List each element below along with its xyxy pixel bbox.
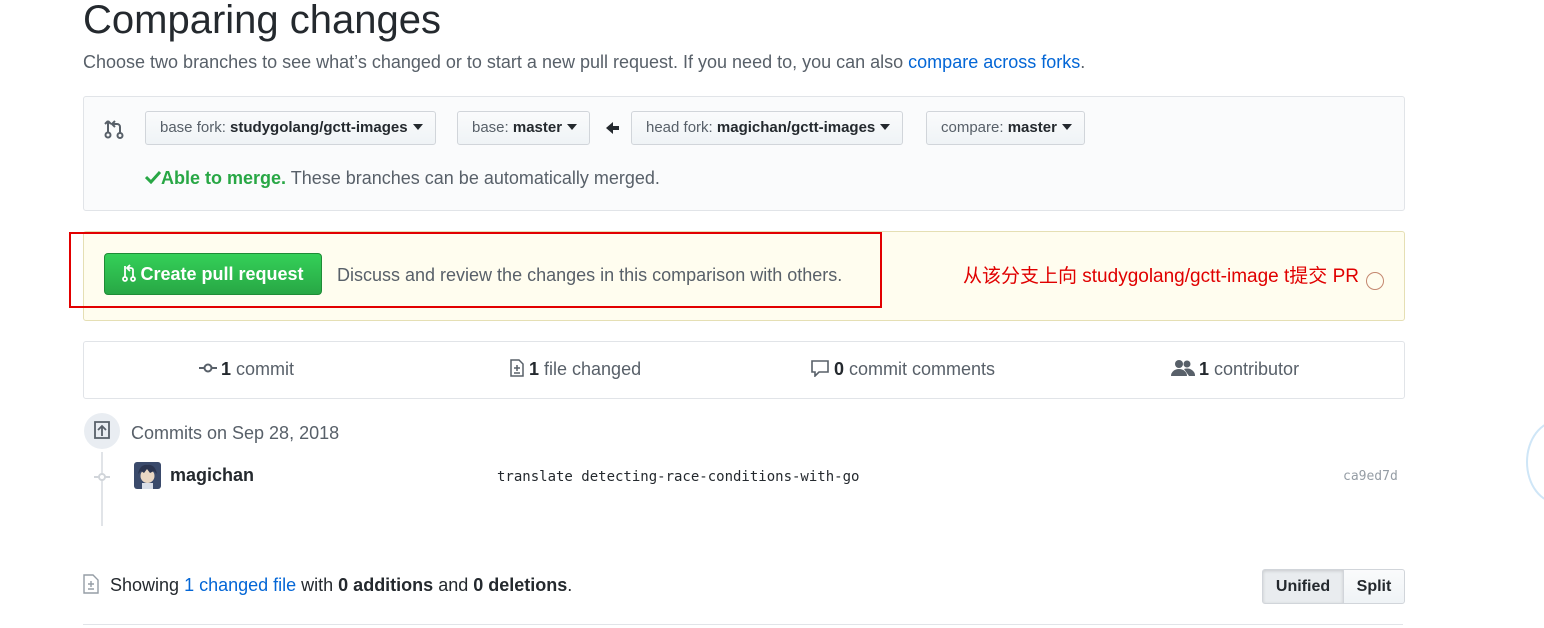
caret-down-icon	[880, 124, 891, 131]
comment-icon	[811, 360, 829, 379]
timeline-line	[101, 452, 103, 526]
file-diff-icon	[510, 359, 524, 377]
compare-branch-label: compare:	[941, 119, 1008, 136]
commits-group-badge	[84, 413, 120, 449]
create-pull-request-button[interactable]: Create pull request	[104, 253, 322, 295]
changed-files-link[interactable]: 1 changed file	[184, 575, 296, 595]
commits-label: commit	[231, 359, 295, 379]
page-subtitle: Choose two branches to see what’s change…	[83, 52, 1085, 73]
compare-branch-value: master	[1007, 119, 1057, 136]
files-label: file changed	[539, 359, 642, 379]
create-pull-request-label: Create pull request	[140, 264, 304, 284]
annotation-text: 从该分支上向 studygolang/gctt-image t提交 PR	[963, 266, 1359, 287]
arrow-left-icon	[606, 122, 619, 134]
subtitle-suffix: .	[1080, 52, 1086, 72]
commit-author-link[interactable]: magichan	[170, 465, 254, 486]
page-title: Comparing changes	[83, 0, 441, 42]
check-icon	[144, 171, 162, 185]
base-fork-select[interactable]: base fork: studygolang/gctt-images	[145, 111, 436, 145]
git-compare-icon	[104, 120, 124, 139]
commit-message-link[interactable]: translate detecting-race-conditions-with…	[497, 469, 859, 485]
comments-label: commit comments	[844, 359, 996, 379]
merge-ok-text: Able to merge.	[161, 168, 287, 188]
close-icon[interactable]	[1366, 272, 1384, 290]
commits-date-heading: Commits on Sep 28, 2018	[131, 423, 340, 443]
base-branch-value: master	[512, 119, 563, 136]
commits-count: 1	[221, 359, 232, 379]
unified-view-button[interactable]: Unified	[1262, 569, 1344, 604]
compare-across-forks-link[interactable]: compare across forks	[908, 52, 1080, 72]
git-pull-request-icon	[122, 264, 137, 283]
contributors-label: contributor	[1209, 359, 1300, 379]
files-count: 1	[529, 359, 540, 379]
base-fork-value: studygolang/gctt-images	[230, 119, 408, 136]
files-changed-link[interactable]: 1 file changed	[509, 359, 641, 380]
base-branch-label: base:	[472, 119, 513, 136]
avatar[interactable]	[134, 462, 161, 489]
floating-widget	[1526, 420, 1544, 504]
banner-description: Discuss and review the changes in this c…	[337, 265, 843, 285]
repo-push-icon	[94, 421, 110, 439]
caret-down-icon	[412, 124, 423, 131]
commit-comments-link[interactable]: 0 commit comments	[810, 359, 995, 380]
additions-count: 0 additions	[338, 575, 434, 595]
git-commit-icon	[199, 363, 217, 373]
deletions-count: 0 deletions	[473, 575, 568, 595]
caret-down-icon	[1061, 124, 1072, 131]
subtitle-text: Choose two branches to see what’s change…	[83, 52, 909, 72]
contributors-link[interactable]: 1 contributor	[1171, 359, 1299, 380]
contributors-count: 1	[1199, 359, 1210, 379]
diff-period: .	[567, 575, 573, 595]
git-commit-icon	[94, 473, 110, 481]
diff-summary: Showing 1 changed file with 0 additions …	[110, 575, 572, 596]
head-fork-value: magichan/gctt-images	[716, 119, 876, 136]
base-fork-label: base fork:	[160, 119, 231, 136]
split-view-button[interactable]: Split	[1343, 569, 1405, 604]
people-icon	[1171, 360, 1196, 377]
file-diff-icon	[83, 574, 99, 594]
head-fork-select[interactable]: head fork: magichan/gctt-images	[631, 111, 904, 145]
merge-status-text: These branches can be automatically merg…	[286, 168, 660, 188]
compare-branch-select[interactable]: compare: master	[926, 111, 1085, 145]
commit-sha-link[interactable]: ca9ed7d	[1343, 469, 1398, 484]
caret-down-icon	[567, 124, 578, 131]
commits-count-link[interactable]: 1 commit	[199, 359, 294, 380]
merge-status: Able to merge. These branches can be aut…	[144, 168, 660, 189]
comments-count: 0	[834, 359, 845, 379]
diff-with: with	[296, 575, 339, 595]
diff-and: and	[433, 575, 474, 595]
base-branch-select[interactable]: base: master	[457, 111, 591, 145]
diff-showing: Showing	[110, 575, 185, 595]
divider	[83, 624, 1403, 625]
head-fork-label: head fork:	[646, 119, 717, 136]
